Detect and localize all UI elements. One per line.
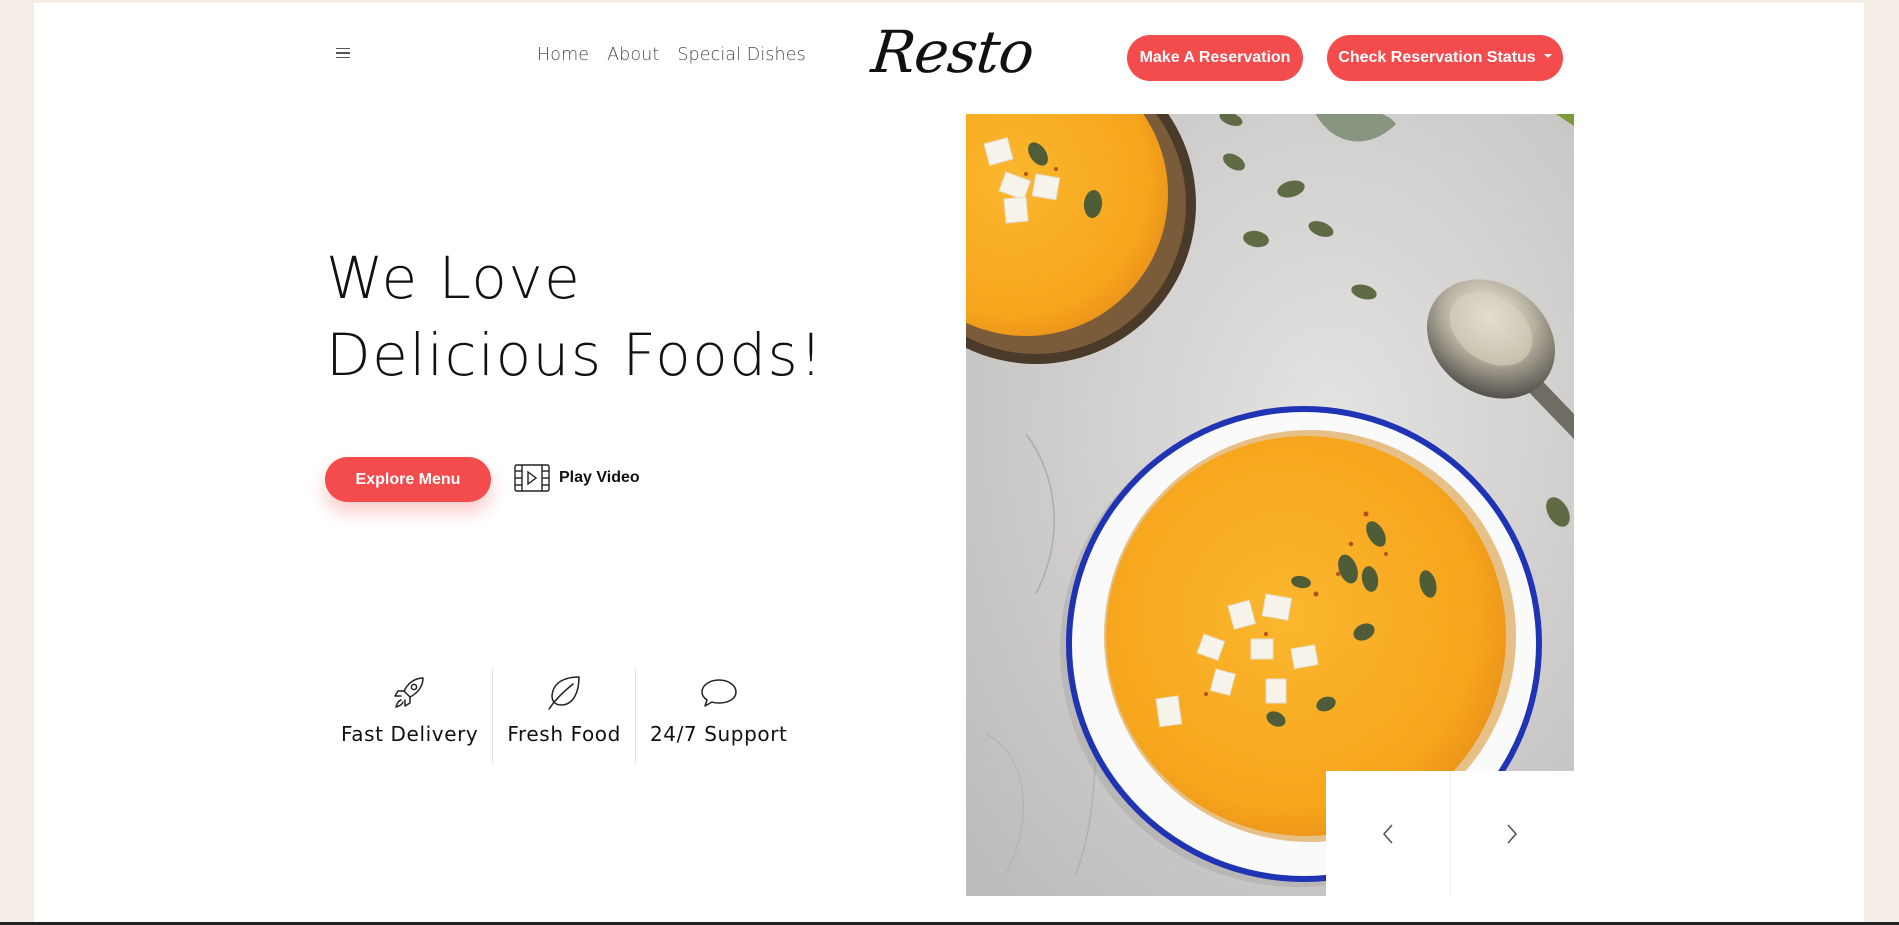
feature-fresh-food: Fresh Food <box>492 668 635 764</box>
check-reservation-status-label: Check Reservation Status <box>1338 49 1536 66</box>
nav-about[interactable]: About <box>607 45 659 65</box>
make-reservation-button[interactable]: Make A Reservation <box>1127 35 1303 81</box>
slider-controls <box>1326 771 1574 896</box>
explore-menu-button[interactable]: Explore Menu <box>325 457 491 502</box>
slider-prev-button[interactable] <box>1326 771 1450 896</box>
feature-fast-delivery: Fast Delivery <box>327 668 492 764</box>
video-play-icon <box>514 464 550 492</box>
leaf-icon <box>548 676 580 710</box>
logo[interactable]: Resto <box>868 18 1036 86</box>
chat-bubble-icon <box>700 679 737 707</box>
caret-down-icon <box>1543 53 1552 58</box>
hero-title-line1: We Love <box>326 244 582 312</box>
rocket-icon <box>393 677 424 708</box>
nav-special-dishes[interactable]: Special Dishes <box>677 45 805 65</box>
main-nav: Home About Special Dishes <box>537 45 806 65</box>
nav-home[interactable]: Home <box>537 45 589 65</box>
feature-support: 24/7 Support <box>634 668 802 764</box>
feature-label: Fast Delivery <box>341 722 479 746</box>
feature-label: Fresh Food <box>507 722 621 746</box>
features: Fast Delivery Fresh Food 24/7 Support <box>327 668 801 764</box>
play-video-label: Play Video <box>559 469 640 486</box>
check-reservation-status-button[interactable]: Check Reservation Status <box>1327 35 1563 81</box>
chevron-right-icon <box>1507 823 1518 844</box>
hero-title: We Love Delicious Foods! <box>326 240 824 394</box>
slider-next-button[interactable] <box>1449 771 1575 896</box>
page <box>34 3 1864 922</box>
play-video-button[interactable]: Play Video <box>514 464 640 492</box>
chevron-left-icon <box>1382 823 1393 844</box>
hero-title-line2: Delicious Foods! <box>326 321 825 389</box>
feature-label: 24/7 Support <box>649 722 788 746</box>
hamburger-icon[interactable] <box>336 48 350 58</box>
